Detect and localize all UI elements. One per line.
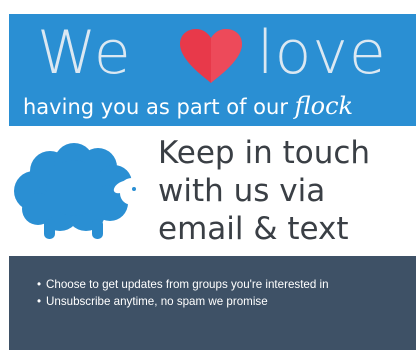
headline: We love (9, 18, 416, 90)
benefits-footer: • Choose to get updates from groups you'r… (9, 256, 416, 350)
tagline-accent: flock (294, 92, 354, 120)
headline-love: love (257, 18, 387, 88)
bullet-icon: • (37, 295, 42, 308)
promo-line-1: Keep in touch (158, 135, 371, 171)
hero-banner: We love having you as part of our flock (9, 14, 416, 126)
list-item: • Unsubscribe anytime, no spam we promise (37, 293, 413, 310)
heart-icon (180, 29, 242, 83)
headline-we: We (37, 18, 132, 88)
bullet-icon: • (37, 278, 42, 291)
list-item-text: Unsubscribe anytime, no spam we promise (46, 295, 268, 308)
promo-line-2: with us via (158, 173, 326, 209)
list-item-text: Choose to get updates from groups you're… (46, 278, 329, 291)
promo-line-3: email & text (158, 211, 349, 247)
promo-heading: Keep in touch with us via email & text (158, 134, 416, 248)
promo-card: We love having you as part of our flock (0, 0, 416, 350)
benefits-list: • Choose to get updates from groups you'r… (37, 276, 413, 310)
list-item: • Choose to get updates from groups you'r… (37, 276, 413, 293)
tagline: having you as part of our flock (23, 92, 416, 121)
sheep-icon (14, 143, 142, 239)
tagline-main: having you as part of our (23, 95, 295, 119)
